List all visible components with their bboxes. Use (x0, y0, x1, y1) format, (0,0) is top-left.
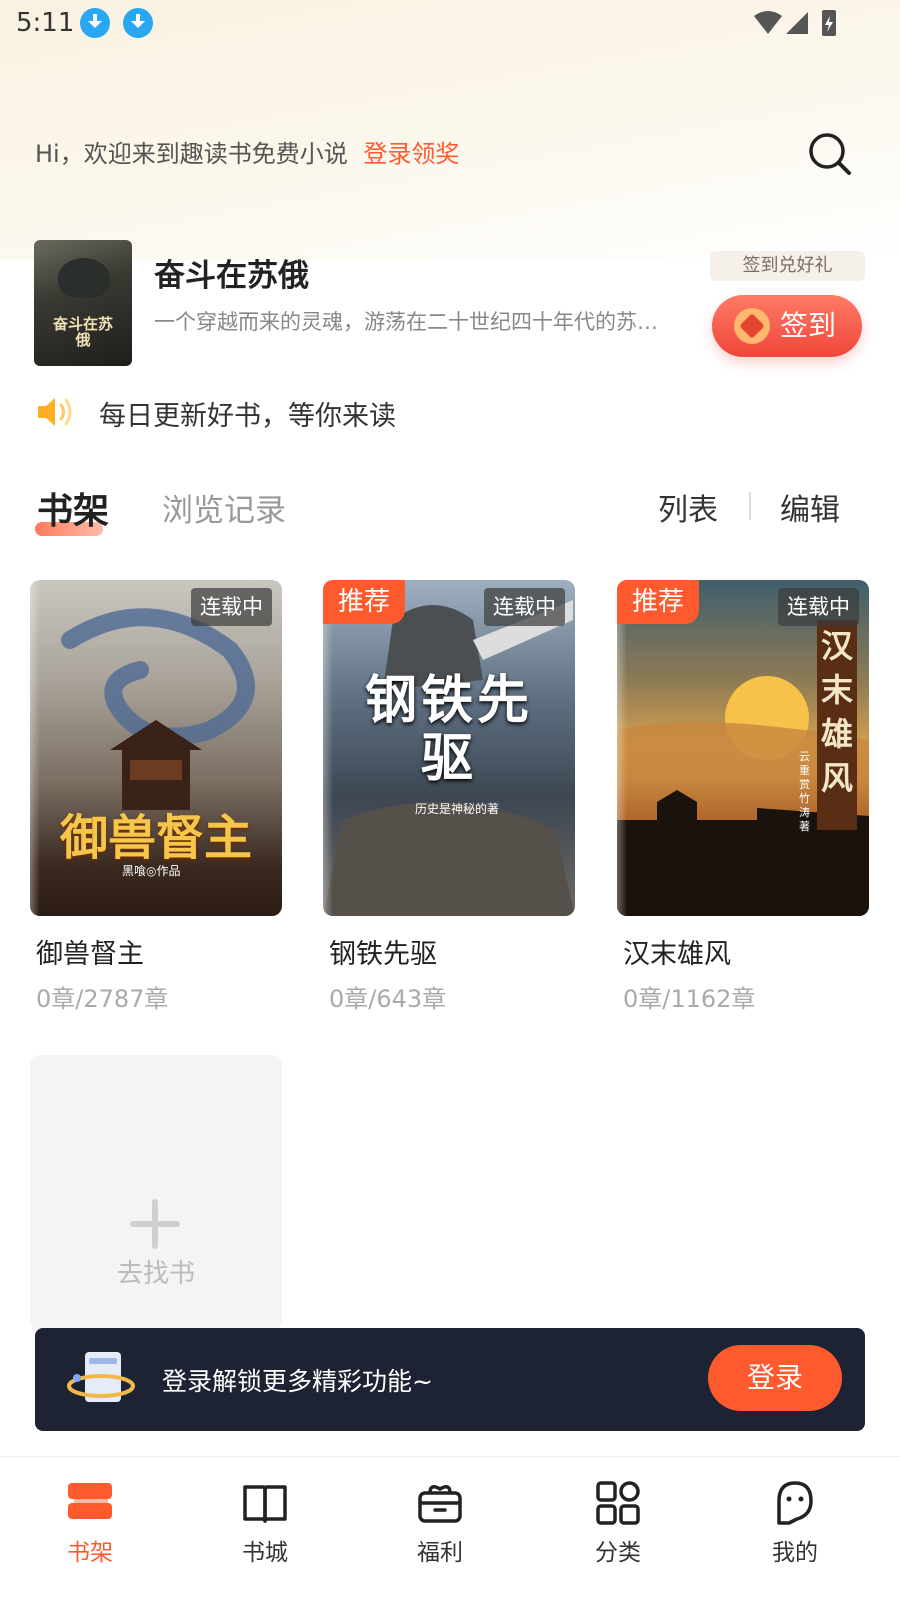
gift-box-icon (418, 1485, 462, 1523)
notice-text: 每日更新好书，等你来读 (99, 401, 396, 432)
book-cover-title: 御兽督主 (59, 810, 252, 866)
nav-label-profile: 我的 (772, 1540, 818, 1566)
action-divider (749, 492, 751, 520)
book-card[interactable]: 御兽督主 黑喰◎作品 连载中 御兽督主 0章/2787章 (30, 580, 282, 1014)
sign-in-label: 签到 (780, 309, 837, 342)
status-icons (754, 10, 836, 36)
book-cover[interactable]: 汉末雄风 云重赏竹涛 著 推荐 连载中 (617, 580, 869, 916)
nav-label-bookshelf: 书架 (67, 1540, 113, 1566)
nav-item-profile[interactable]: 我的 (745, 1479, 845, 1589)
speaker-icon (38, 398, 72, 426)
book-cover[interactable]: 御兽督主 黑喰◎作品 连载中 (30, 580, 282, 916)
book-cover-author: 历史是神秘的著 (415, 802, 500, 816)
find-book-card[interactable]: 去找书 (30, 1055, 282, 1330)
nav-label-welfare: 福利 (417, 1540, 463, 1566)
status-badge: 连载中 (191, 588, 272, 626)
wifi-icon (754, 11, 782, 34)
book-progress: 0章/2787章 (36, 985, 169, 1013)
search-icon[interactable] (806, 130, 854, 178)
recommend-badge: 推荐 (617, 580, 700, 624)
nav-item-bookshelf[interactable]: 书架 (40, 1479, 140, 1589)
tab-bookshelf[interactable]: 书架 (37, 482, 109, 534)
book-title[interactable]: 钢铁先驱 (323, 932, 575, 971)
book-cover-author: 黑喰◎作品 (122, 864, 181, 878)
nav-item-welfare[interactable]: 福利 (390, 1479, 490, 1589)
book-card[interactable]: 钢铁先驱 历史是神秘的著 推荐 连载中 钢铁先驱 0章/643章 (323, 580, 575, 1014)
sign-in-button[interactable]: 签到 (712, 295, 862, 357)
login-button[interactable]: 登录 (708, 1345, 842, 1411)
status-badge: 连载中 (484, 588, 565, 626)
book-cover-author: 云重赏竹涛 著 (799, 750, 810, 833)
grid-icon (596, 1481, 640, 1525)
tab-browse-history[interactable]: 浏览记录 (162, 485, 286, 530)
status-badge: 连载中 (778, 588, 859, 626)
book-title[interactable]: 御兽督主 (30, 932, 282, 971)
bottom-navigation: 书架 书城 福利 分类 我的 (0, 1456, 900, 1601)
nav-item-bookstore[interactable]: 书城 (215, 1479, 315, 1589)
recommend-badge: 推荐 (323, 580, 406, 624)
edit-button[interactable]: 编辑 (780, 485, 840, 529)
login-banner-text: 登录解锁更多精彩功能~ (162, 1367, 433, 1396)
download-icon (123, 8, 153, 38)
greeting-text: Hi，欢迎来到趣读书免费小说 (35, 140, 348, 168)
book-cover-title: 汉末雄风 (820, 627, 853, 797)
coin-icon (734, 308, 770, 344)
login-reward-link[interactable]: 登录领奖 (363, 140, 459, 168)
recommended-cover-caption: 奋斗在苏俄 (52, 315, 113, 349)
book-progress: 0章/1162章 (623, 985, 756, 1013)
login-banner[interactable]: 登录解锁更多精彩功能~ 登录 (35, 1328, 865, 1431)
nav-label-category: 分类 (595, 1540, 641, 1566)
cellular-signal-icon (786, 12, 808, 34)
recommended-book-description: 一个穿越而来的灵魂，游荡在二十世纪四十年代的苏联… (154, 310, 669, 334)
open-book-icon (243, 1485, 287, 1523)
list-view-button[interactable]: 列表 (658, 485, 718, 529)
find-book-label: 去找书 (116, 1259, 195, 1289)
greeting-bar: Hi，欢迎来到趣读书免费小说 登录领奖 (35, 134, 459, 169)
download-icon (80, 8, 110, 38)
nav-label-bookstore: 书城 (242, 1540, 288, 1566)
bookshelf-icon (68, 1483, 112, 1519)
sign-in-tip: 签到兑好礼 (710, 251, 865, 281)
profile-icon (777, 1481, 813, 1525)
notice-bar: 每日更新好书，等你来读 (35, 392, 835, 432)
status-bar: 5:11 (0, 0, 900, 50)
unlock-illustration-icon (67, 1352, 135, 1402)
book-progress: 0章/643章 (329, 985, 447, 1013)
status-time: 5:11 (16, 8, 75, 38)
book-cover[interactable]: 钢铁先驱 历史是神秘的著 推荐 连载中 (323, 580, 575, 916)
plus-icon (130, 1199, 180, 1249)
book-cover-title: 钢铁先驱 (364, 671, 533, 789)
recommended-book-cover[interactable]: 奋斗在苏俄 (34, 240, 132, 366)
book-card[interactable]: 汉末雄风 云重赏竹涛 著 推荐 连载中 汉末雄风 0章/1162章 (617, 580, 869, 1014)
book-title[interactable]: 汉末雄风 (617, 932, 869, 971)
recommended-book-title[interactable]: 奋斗在苏俄 (154, 250, 309, 295)
nav-item-category[interactable]: 分类 (568, 1479, 668, 1589)
